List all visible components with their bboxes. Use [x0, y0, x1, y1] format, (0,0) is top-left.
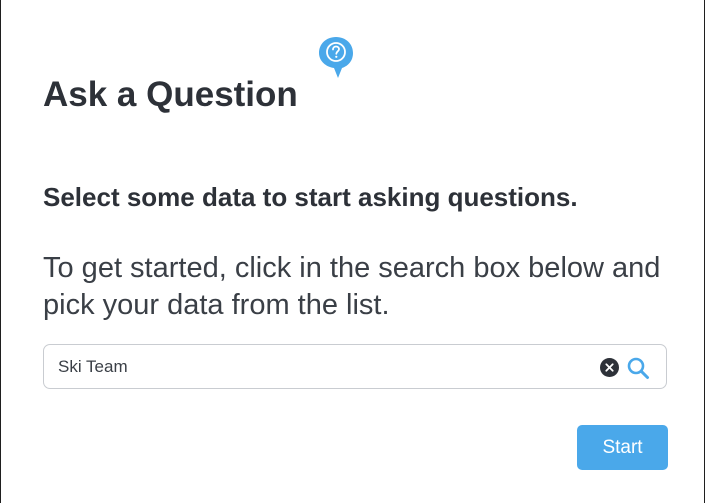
search-icon[interactable] — [626, 356, 650, 380]
data-search-box[interactable] — [43, 344, 667, 389]
question-bubble-icon[interactable] — [318, 35, 354, 79]
section-subtitle: Select some data to start asking questio… — [43, 182, 578, 212]
instructions-text: To get started, click in the search box … — [43, 252, 661, 321]
page-title: Ask a Question — [43, 75, 298, 114]
clear-icon[interactable] — [600, 358, 619, 377]
search-input[interactable] — [58, 355, 578, 379]
dialog-frame: Ask a Question Select some data to start… — [0, 0, 705, 503]
start-button[interactable]: Start — [577, 425, 668, 470]
